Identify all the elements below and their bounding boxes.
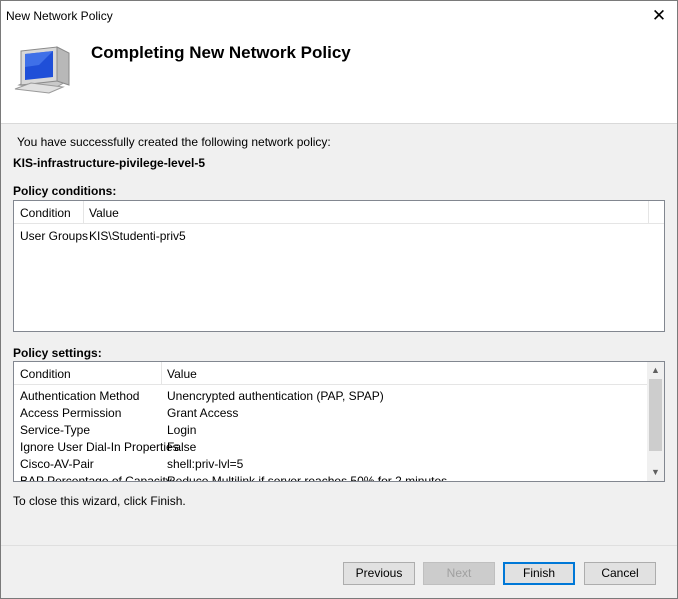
cell-value: Grant Access bbox=[167, 406, 239, 420]
settings-list[interactable]: Condition Value Authentication Method Un… bbox=[13, 361, 665, 482]
header-divider bbox=[1, 123, 677, 124]
cell-condition: Ignore User Dial-In Properties bbox=[20, 440, 179, 454]
cell-value: Reduce Multilink if server reaches 50% f… bbox=[167, 474, 448, 482]
conditions-list-header: Condition Value bbox=[14, 201, 664, 224]
title-bar[interactable]: New Network Policy ✕ bbox=[1, 1, 677, 31]
footer-divider bbox=[1, 545, 677, 546]
cell-value: shell:priv-lvl=5 bbox=[167, 457, 244, 471]
table-row[interactable]: Access Permission Grant Access bbox=[14, 404, 664, 421]
scroll-up-icon[interactable]: ▲ bbox=[647, 362, 664, 379]
cell-value: Unencrypted authentication (PAP, SPAP) bbox=[167, 389, 384, 403]
settings-label: Policy settings: bbox=[13, 346, 102, 360]
settings-list-header: Condition Value bbox=[14, 362, 664, 385]
cell-condition: BAP Percentage of Capacity bbox=[20, 474, 172, 482]
dialog-window: New Network Policy ✕ Completing New Netw… bbox=[0, 0, 678, 599]
cell-condition: User Groups bbox=[20, 229, 89, 243]
cell-value: KIS\Studenti-priv5 bbox=[89, 229, 186, 243]
policy-name: KIS-infrastructure-pivilege-level-5 bbox=[13, 156, 206, 170]
settings-scrollbar[interactable]: ▲ ▼ bbox=[647, 362, 664, 481]
conditions-list[interactable]: Condition Value User Groups KIS\Studenti… bbox=[13, 200, 665, 332]
computer-monitor-icon bbox=[13, 45, 73, 103]
column-divider[interactable] bbox=[83, 201, 84, 223]
scroll-down-icon[interactable]: ▼ bbox=[647, 464, 664, 481]
column-divider[interactable] bbox=[648, 201, 649, 223]
table-row[interactable]: Authentication Method Unencrypted authen… bbox=[14, 387, 664, 404]
table-row[interactable]: Ignore User Dial-In Properties False bbox=[14, 438, 664, 455]
column-divider[interactable] bbox=[161, 362, 162, 384]
table-row[interactable]: Service-Type Login bbox=[14, 421, 664, 438]
finish-button[interactable]: Finish bbox=[503, 562, 575, 585]
cell-value: Login bbox=[167, 423, 197, 437]
wizard-header: Completing New Network Policy bbox=[1, 31, 677, 123]
cell-condition: Cisco-AV-Pair bbox=[20, 457, 94, 471]
table-row[interactable]: Cisco-AV-Pair shell:priv-lvl=5 bbox=[14, 455, 664, 472]
table-row[interactable]: BAP Percentage of Capacity Reduce Multil… bbox=[14, 472, 664, 482]
conditions-label: Policy conditions: bbox=[13, 184, 117, 198]
column-header-condition[interactable]: Condition bbox=[20, 206, 71, 220]
cancel-button[interactable]: Cancel bbox=[584, 562, 656, 585]
cell-condition: Authentication Method bbox=[20, 389, 140, 403]
page-title: Completing New Network Policy bbox=[91, 43, 351, 62]
previous-button[interactable]: Previous bbox=[343, 562, 415, 585]
next-button[interactable]: Next bbox=[423, 562, 495, 585]
close-icon[interactable]: ✕ bbox=[647, 5, 671, 27]
table-row[interactable]: User Groups KIS\Studenti-priv5 bbox=[14, 227, 664, 244]
success-message: You have successfully created the follow… bbox=[17, 135, 331, 149]
window-title: New Network Policy bbox=[6, 9, 113, 23]
scrollbar-thumb[interactable] bbox=[649, 379, 662, 451]
column-header-value[interactable]: Value bbox=[89, 206, 119, 220]
close-instructions: To close this wizard, click Finish. bbox=[13, 494, 186, 508]
cell-condition: Service-Type bbox=[20, 423, 91, 437]
cell-condition: Access Permission bbox=[20, 406, 122, 420]
column-header-condition[interactable]: Condition bbox=[20, 367, 71, 381]
column-header-value[interactable]: Value bbox=[167, 367, 197, 381]
cell-value: False bbox=[167, 440, 197, 454]
